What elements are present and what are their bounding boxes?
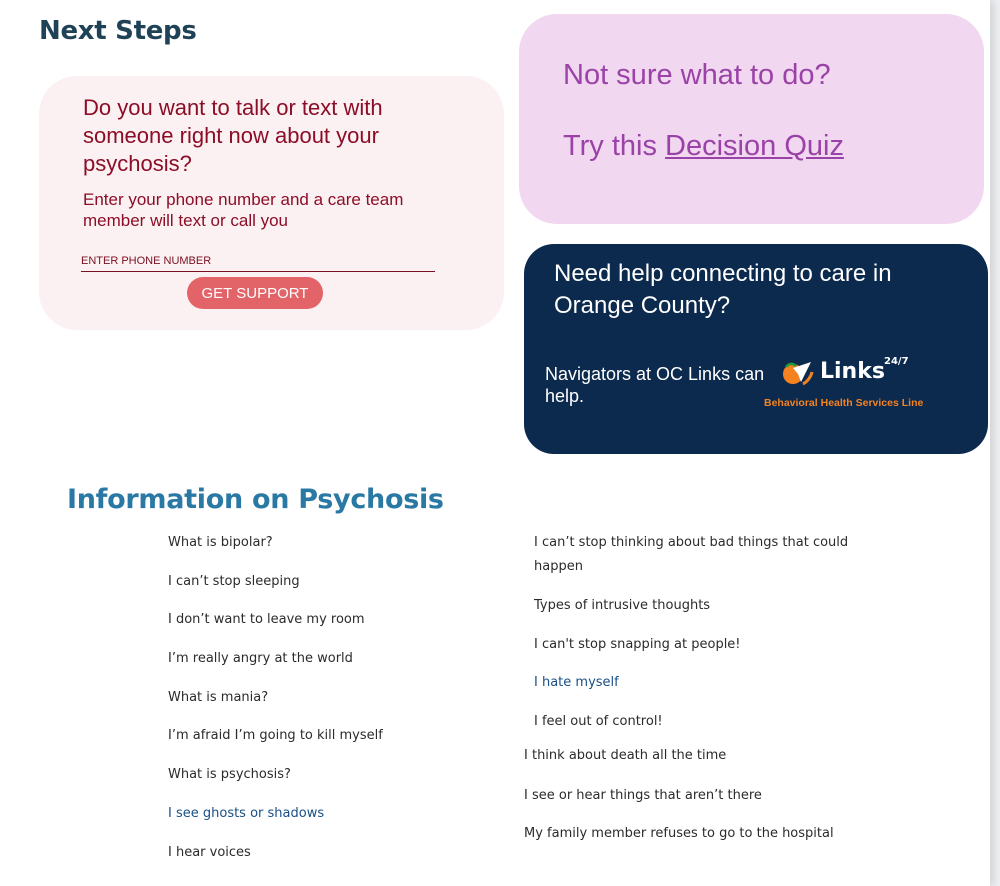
decision-quiz-card: Not sure what to do? Try this Decision Q… xyxy=(519,14,984,224)
list-item[interactable]: I see or hear things that aren’t there xyxy=(524,784,844,823)
info-list-left: What is bipolar? I can’t stop sleeping I… xyxy=(168,531,383,879)
get-support-button[interactable]: GET SUPPORT xyxy=(187,277,323,309)
list-item[interactable]: What is bipolar? xyxy=(168,531,383,570)
page: Next Steps Do you want to talk or text w… xyxy=(0,0,990,886)
info-heading: Information on Psychosis xyxy=(67,484,444,515)
list-item[interactable]: I think about death all the time xyxy=(524,744,844,784)
orange-paper-plane-icon xyxy=(783,362,814,386)
list-item[interactable]: I’m really angry at the world xyxy=(168,647,383,686)
quiz-cta-prefix: Try this xyxy=(563,130,666,162)
page-title: Next Steps xyxy=(39,16,197,46)
talk-text-card: Do you want to talk or text with someone… xyxy=(39,76,504,330)
list-item[interactable]: My family member refuses to go to the ho… xyxy=(524,822,844,846)
oc-logo-wordmark: Links xyxy=(820,359,885,384)
talk-card-title: Do you want to talk or text with someone… xyxy=(83,95,383,176)
quiz-cta: Try this Decision Quiz xyxy=(563,130,844,163)
list-item[interactable]: I see ghosts or shadows xyxy=(168,802,383,841)
list-item[interactable]: I can’t stop thinking about bad things t… xyxy=(534,531,874,594)
list-item[interactable]: I feel out of control! xyxy=(534,710,874,734)
decision-quiz-link[interactable]: Decision Quiz xyxy=(665,130,844,162)
talk-card-description: Enter your phone number and a care team … xyxy=(83,190,404,230)
info-list-right-bottom: I think about death all the time I see o… xyxy=(524,744,844,846)
list-item[interactable]: I don’t want to leave my room xyxy=(168,608,383,647)
list-item[interactable]: I can't stop snapping at people! xyxy=(534,633,874,672)
list-item[interactable]: I hear voices xyxy=(168,841,383,880)
list-item[interactable]: I’m afraid I’m going to kill myself xyxy=(168,724,383,763)
oc-links-logo[interactable]: Links 24/7 Behavioral Health Services Li… xyxy=(762,356,962,412)
list-item[interactable]: What is psychosis? xyxy=(168,763,383,802)
list-item[interactable]: I hate myself xyxy=(534,671,874,710)
oc-card-description: Navigators at OC Links can help. xyxy=(545,364,765,406)
list-item[interactable]: I can’t stop sleeping xyxy=(168,570,383,609)
info-list-right-top: I can’t stop thinking about bad things t… xyxy=(534,531,874,734)
oc-card-title: Need help connecting to care in Orange C… xyxy=(554,260,892,319)
oc-logo-superscript: 24/7 xyxy=(884,356,909,367)
quiz-prompt: Not sure what to do? xyxy=(563,59,831,91)
list-item[interactable]: What is mania? xyxy=(168,686,383,725)
list-item[interactable]: Types of intrusive thoughts xyxy=(534,594,874,633)
phone-number-input[interactable] xyxy=(81,246,435,272)
oc-links-card: Need help connecting to care in Orange C… xyxy=(524,244,988,454)
oc-logo-tagline: Behavioral Health Services Line xyxy=(764,397,924,409)
